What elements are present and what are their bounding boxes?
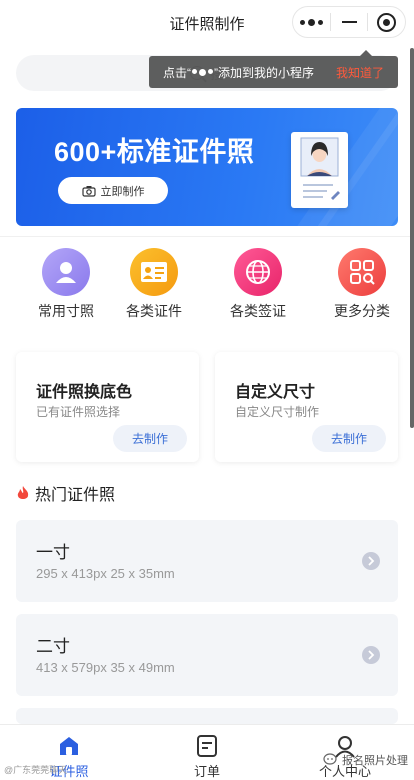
feature-title: 证件照换底色	[36, 384, 133, 401]
watermark-right-label: 报名照片处理	[342, 755, 408, 767]
tip-dismiss-link[interactable]: 我知道了	[336, 64, 384, 81]
tab-orders[interactable]: 订单	[167, 733, 247, 780]
banner-title: 600+标准证件照	[54, 137, 255, 167]
person-icon	[42, 248, 90, 296]
feature-title: 自定义尺寸	[235, 384, 316, 401]
more-dots-icon	[192, 68, 213, 76]
category-label: 常用寸照	[38, 303, 94, 319]
more-dots-icon[interactable]	[293, 7, 330, 37]
hot-item-desc: 413 x 579px 35 x 49mm	[36, 660, 175, 675]
chevron-right-icon	[362, 552, 380, 570]
minimize-icon[interactable]	[331, 7, 368, 37]
nav-header: 证件照制作	[0, 0, 414, 46]
hot-item-name: 二寸	[36, 637, 70, 656]
hot-item-one-inch[interactable]: 一寸 295 x 413px 25 x 35mm	[16, 520, 398, 602]
make-now-button[interactable]: 立即制作	[58, 177, 168, 204]
scrollbar[interactable]	[410, 48, 414, 428]
category-grid: 常用寸照 各类证件 各类签证 更多分类	[0, 248, 414, 328]
hot-section-title: 热门证件照	[16, 481, 115, 505]
mini-program-capsule	[292, 6, 406, 38]
promo-banner[interactable]: 600+标准证件照 立即制作	[16, 108, 398, 226]
go-make-button[interactable]: 去制作	[312, 425, 386, 452]
feature-card-custom-size[interactable]: 自定义尺寸 自定义尺寸制作 去制作	[215, 352, 398, 462]
category-common-size[interactable]: 常用寸照	[26, 248, 106, 321]
id-card-icon	[130, 248, 178, 296]
category-more[interactable]: 更多分类	[322, 248, 402, 321]
order-icon	[197, 735, 217, 757]
category-label: 各类签证	[230, 303, 286, 319]
hot-title-label: 热门证件照	[35, 487, 116, 504]
flame-icon	[17, 486, 29, 499]
feature-subtitle: 自定义尺寸制作	[235, 405, 320, 419]
tip-text-before: 点击“	[163, 65, 191, 80]
section-divider	[0, 236, 414, 237]
camera-icon	[81, 185, 96, 197]
category-id-types[interactable]: 各类证件	[114, 248, 194, 321]
feature-card-change-bg[interactable]: 证件照换底色 已有证件照选择 去制作	[16, 352, 199, 462]
feature-subtitle: 已有证件照选择	[36, 405, 121, 419]
chat-bubble-icon	[323, 753, 337, 765]
grid-search-icon	[338, 248, 386, 296]
go-make-button[interactable]: 去制作	[113, 425, 187, 452]
watermark-right: 报名照片处理	[323, 752, 408, 768]
tab-label: 订单	[193, 764, 220, 779]
target-close-icon[interactable]	[368, 7, 405, 37]
category-visa[interactable]: 各类签证	[218, 248, 298, 321]
hot-item-name: 一寸	[36, 543, 70, 562]
hot-item-partial	[16, 708, 398, 724]
globe-icon	[234, 248, 282, 296]
id-photo-illustration	[291, 132, 348, 208]
hot-item-two-inch[interactable]: 二寸 413 x 579px 35 x 49mm	[16, 614, 398, 696]
watermark-left: @广东莞莞聊天	[4, 765, 68, 775]
category-label: 更多分类	[334, 303, 390, 319]
home-icon	[60, 737, 78, 755]
category-label: 各类证件	[126, 303, 182, 319]
make-now-label: 立即制作	[100, 185, 145, 198]
chevron-right-icon	[362, 646, 380, 664]
hot-item-desc: 295 x 413px 25 x 35mm	[36, 566, 175, 581]
add-to-mini-program-tip: 点击“ ”添加到我的小程序 我知道了	[149, 50, 398, 88]
tip-text-after: ”添加到我的小程序	[214, 65, 314, 80]
